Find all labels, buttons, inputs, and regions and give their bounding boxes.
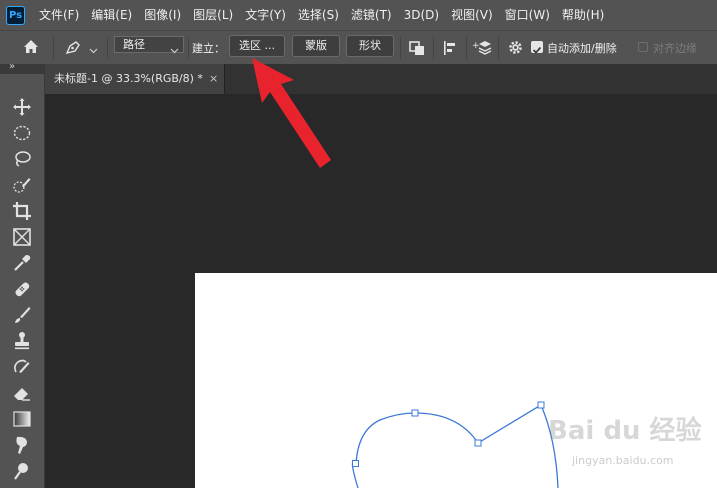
red-arrow-icon — [252, 58, 331, 168]
annotation-arrow — [252, 58, 331, 168]
